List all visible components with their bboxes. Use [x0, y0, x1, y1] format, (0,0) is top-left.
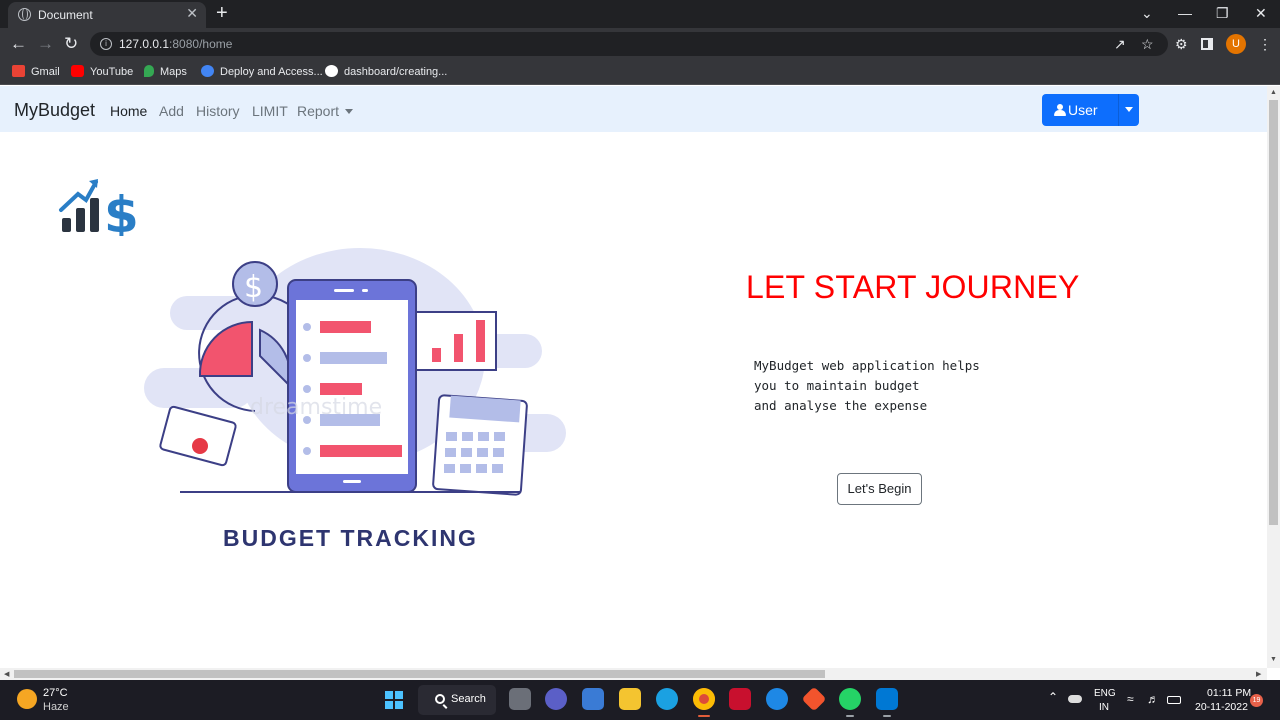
bookmark-youtube[interactable]: YouTube	[71, 65, 133, 78]
hero-description-line: and analyse the expense	[754, 398, 928, 413]
tray-overflow-chevron-icon[interactable]: ⌃	[1048, 690, 1058, 704]
clock-date[interactable]: 20-11-2022	[1195, 701, 1248, 713]
weather-condition: Haze	[43, 701, 69, 713]
maximize-button[interactable]: ❐	[1216, 5, 1229, 22]
bookmarks-bar: Gmail YouTube Maps Deploy and Access... …	[0, 60, 1280, 85]
github-icon	[325, 65, 338, 77]
scroll-up-icon[interactable]: ▲	[1270, 89, 1277, 96]
whatsapp-icon[interactable]	[839, 688, 861, 717]
microsoft-store-icon[interactable]	[582, 688, 604, 710]
hero-description: MyBudget web application helps you to ma…	[754, 356, 980, 416]
help-icon[interactable]	[766, 688, 788, 710]
horizontal-scroll-thumb[interactable]	[14, 670, 825, 678]
teams-chat-icon[interactable]	[545, 688, 567, 710]
kebab-menu-icon[interactable]: ⋮	[1258, 35, 1272, 53]
user-dropdown-toggle[interactable]	[1118, 94, 1139, 126]
search-icon	[435, 694, 445, 704]
anydesk-icon[interactable]	[801, 686, 827, 712]
vertical-scroll-thumb[interactable]	[1269, 100, 1278, 525]
tab-close-icon[interactable]: ✕	[186, 5, 198, 22]
notification-badge[interactable]: 19	[1250, 694, 1263, 707]
forward-arrow-icon[interactable]: →	[37, 34, 54, 54]
web-page: MyBudget Home Add History LIMIT Report U…	[0, 86, 1267, 668]
app-navbar: MyBudget Home Add History LIMIT Report U…	[0, 86, 1267, 132]
user-icon	[1054, 104, 1066, 116]
bookmark-gmail[interactable]: Gmail	[12, 65, 60, 78]
bookmark-maps[interactable]: Maps	[144, 65, 187, 78]
wifi-icon[interactable]: ≈	[1127, 692, 1134, 706]
nav-link-limit[interactable]: LIMIT	[252, 103, 288, 119]
youtube-icon	[71, 65, 84, 77]
volume-icon[interactable]: ♬	[1147, 692, 1159, 706]
bookmark-star-icon[interactable]: ☆	[1141, 35, 1154, 53]
new-tab-button[interactable]: +	[216, 3, 228, 23]
weather-haze-icon	[17, 689, 37, 709]
bookmark-github[interactable]: dashboard/creating...	[325, 65, 447, 78]
nav-dropdown-report[interactable]: Report	[297, 103, 354, 119]
extensions-puzzle-icon[interactable]: ⚙	[1175, 35, 1188, 53]
scroll-left-icon[interactable]: ◀	[4, 670, 9, 678]
hero-description-line: MyBudget web application helps	[754, 358, 980, 373]
windows-logo-icon	[385, 691, 393, 699]
svg-text:$: $	[104, 186, 138, 236]
svg-text:dreamstime: dreamstime	[250, 395, 382, 420]
tab-title: Document	[38, 8, 93, 22]
user-button[interactable]: User	[1042, 94, 1118, 126]
nav-link-history[interactable]: History	[196, 103, 240, 119]
windows-taskbar: 27°C Haze Search ⌃ ENG IN ≈ ♬ 01:11 PM 2…	[0, 680, 1280, 720]
vertical-scrollbar[interactable]: ▲ ▼	[1267, 86, 1280, 668]
mcafee-icon[interactable]	[729, 688, 751, 710]
horizontal-scrollbar[interactable]: ◀ ▶	[0, 668, 1267, 680]
browser-tab[interactable]: Document ✕	[8, 2, 206, 28]
share-icon[interactable]: ↗	[1114, 35, 1126, 53]
nav-link-home[interactable]: Home	[110, 103, 147, 119]
hero-description-line: you to maintain budget	[754, 378, 920, 393]
svg-text:$: $	[244, 270, 263, 305]
profile-avatar[interactable]: U	[1226, 34, 1246, 54]
hero-title: LET START JOURNEY	[746, 269, 1080, 305]
file-explorer-icon[interactable]	[619, 688, 641, 710]
lets-begin-button[interactable]: Let's Begin	[837, 473, 922, 505]
budget-tracking-illustration: $ dreamstime	[144, 248, 566, 496]
search-label: Search	[451, 693, 486, 705]
user-split-button: User	[1042, 94, 1139, 126]
clock-time[interactable]: 01:11 PM	[1207, 687, 1251, 699]
caret-down-icon	[345, 109, 354, 114]
site-info-icon[interactable]: i	[100, 38, 112, 50]
navbar-brand[interactable]: MyBudget	[14, 100, 95, 121]
illustration-caption: BUDGET TRACKING	[223, 525, 478, 551]
tab-search-chevron-icon[interactable]: ⌄	[1141, 5, 1153, 22]
language-region[interactable]: IN	[1099, 702, 1109, 713]
task-view-icon[interactable]	[509, 688, 531, 710]
browser-tab-strip: Document ✕ + ⌄ — ❐ ✕	[0, 0, 1280, 28]
bookmark-deploy[interactable]: Deploy and Access...	[201, 65, 323, 78]
reload-icon[interactable]: ↻	[64, 34, 78, 54]
close-window-button[interactable]: ✕	[1255, 5, 1267, 22]
language-indicator[interactable]: ENG	[1094, 688, 1116, 699]
back-arrow-icon[interactable]: ←	[10, 34, 27, 54]
battery-icon[interactable]	[1167, 696, 1181, 704]
start-button[interactable]	[385, 691, 403, 709]
maps-icon	[144, 65, 154, 77]
side-panel-icon[interactable]	[1201, 38, 1213, 50]
nav-link-add[interactable]: Add	[159, 103, 184, 119]
scroll-right-icon[interactable]: ▶	[1256, 670, 1261, 678]
gmail-icon	[12, 65, 25, 77]
vscode-icon[interactable]	[876, 688, 898, 717]
globe-icon	[18, 8, 31, 21]
minimize-button[interactable]: —	[1178, 5, 1192, 21]
budget-logo: $	[59, 179, 138, 236]
chrome-icon[interactable]	[693, 688, 715, 717]
url-text[interactable]: 127.0.0.1:8080/home	[119, 37, 232, 51]
onedrive-cloud-icon[interactable]	[1068, 695, 1082, 703]
edge-icon[interactable]	[656, 688, 678, 710]
address-bar[interactable]: i 127.0.0.1:8080/home ↗ ☆	[90, 32, 1168, 56]
deploy-icon	[201, 65, 214, 77]
caret-down-icon	[1125, 107, 1133, 112]
taskbar-search-button[interactable]: Search	[418, 685, 496, 715]
scroll-down-icon[interactable]: ▼	[1270, 656, 1277, 663]
browser-toolbar: ← → ↻ i 127.0.0.1:8080/home ↗ ☆ ⚙ U ⋮	[0, 28, 1280, 60]
weather-temperature: 27°C	[43, 687, 68, 699]
